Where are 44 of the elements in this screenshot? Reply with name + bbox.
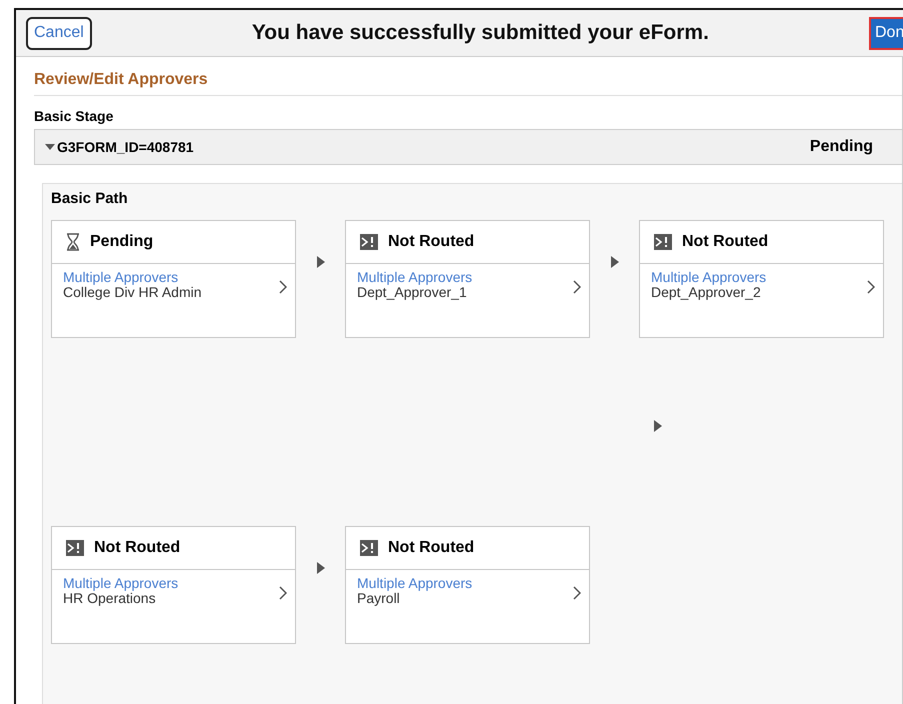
step-status: Not Routed [682, 233, 768, 251]
approver-row[interactable]: Multiple Approvers Payroll [346, 570, 589, 606]
approvers-link[interactable]: Multiple Approvers [63, 270, 279, 285]
section-title: Review/Edit Approvers [34, 57, 902, 96]
approvers-link[interactable]: Multiple Approvers [651, 270, 867, 285]
approver-row[interactable]: Multiple Approvers College Div HR Admin [52, 264, 295, 300]
chevron-right-icon [279, 586, 287, 600]
group-status: Pending [810, 138, 873, 156]
step-status: Not Routed [94, 539, 180, 557]
arrow-exclamation-icon [654, 234, 672, 250]
approver-name: Payroll [357, 591, 400, 606]
stage-title: Basic Stage [34, 107, 114, 126]
arrow-right-icon [654, 420, 662, 432]
approver-row[interactable]: Multiple Approvers Dept_Approver_2 [640, 264, 883, 300]
chevron-right-icon [867, 280, 875, 294]
approvers-link[interactable]: Multiple Approvers [63, 576, 279, 591]
hourglass-icon [66, 233, 80, 251]
expand-triangle-icon[interactable] [45, 142, 55, 152]
step-status: Pending [90, 233, 154, 251]
approver-name: Dept_Approver_1 [357, 285, 467, 300]
arrow-right-icon [316, 562, 324, 574]
approvers-link[interactable]: Multiple Approvers [357, 576, 573, 591]
approver-name: Dept_Approver_2 [651, 285, 761, 300]
approver-row[interactable]: Multiple Approvers HR Operations [52, 570, 295, 606]
group-header[interactable]: G3FORM_ID=408781 Pending [34, 129, 902, 165]
arrow-right-icon [610, 256, 618, 268]
chevron-right-icon [573, 586, 581, 600]
chevron-right-icon [573, 280, 581, 294]
approver-name: College Div HR Admin [63, 285, 202, 300]
cancel-button[interactable]: Cancel [26, 16, 92, 50]
arrow-exclamation-icon [360, 234, 378, 250]
group-label: G3FORM_ID=408781 [57, 139, 195, 155]
step-status: Not Routed [388, 233, 474, 251]
arrow-exclamation-icon [360, 540, 378, 556]
chevron-right-icon [279, 280, 287, 294]
approver-name: HR Operations [63, 591, 156, 606]
approver-row[interactable]: Multiple Approvers Dept_Approver_1 [346, 264, 589, 300]
approvers-link[interactable]: Multiple Approvers [357, 270, 573, 285]
done-button[interactable]: Don [869, 16, 903, 50]
arrow-exclamation-icon [66, 540, 84, 556]
step-status: Not Routed [388, 539, 474, 557]
path-title: Basic Path [51, 190, 129, 207]
arrow-right-icon [316, 256, 324, 268]
page-title: You have successfully submitted your eForm. [250, 21, 710, 45]
